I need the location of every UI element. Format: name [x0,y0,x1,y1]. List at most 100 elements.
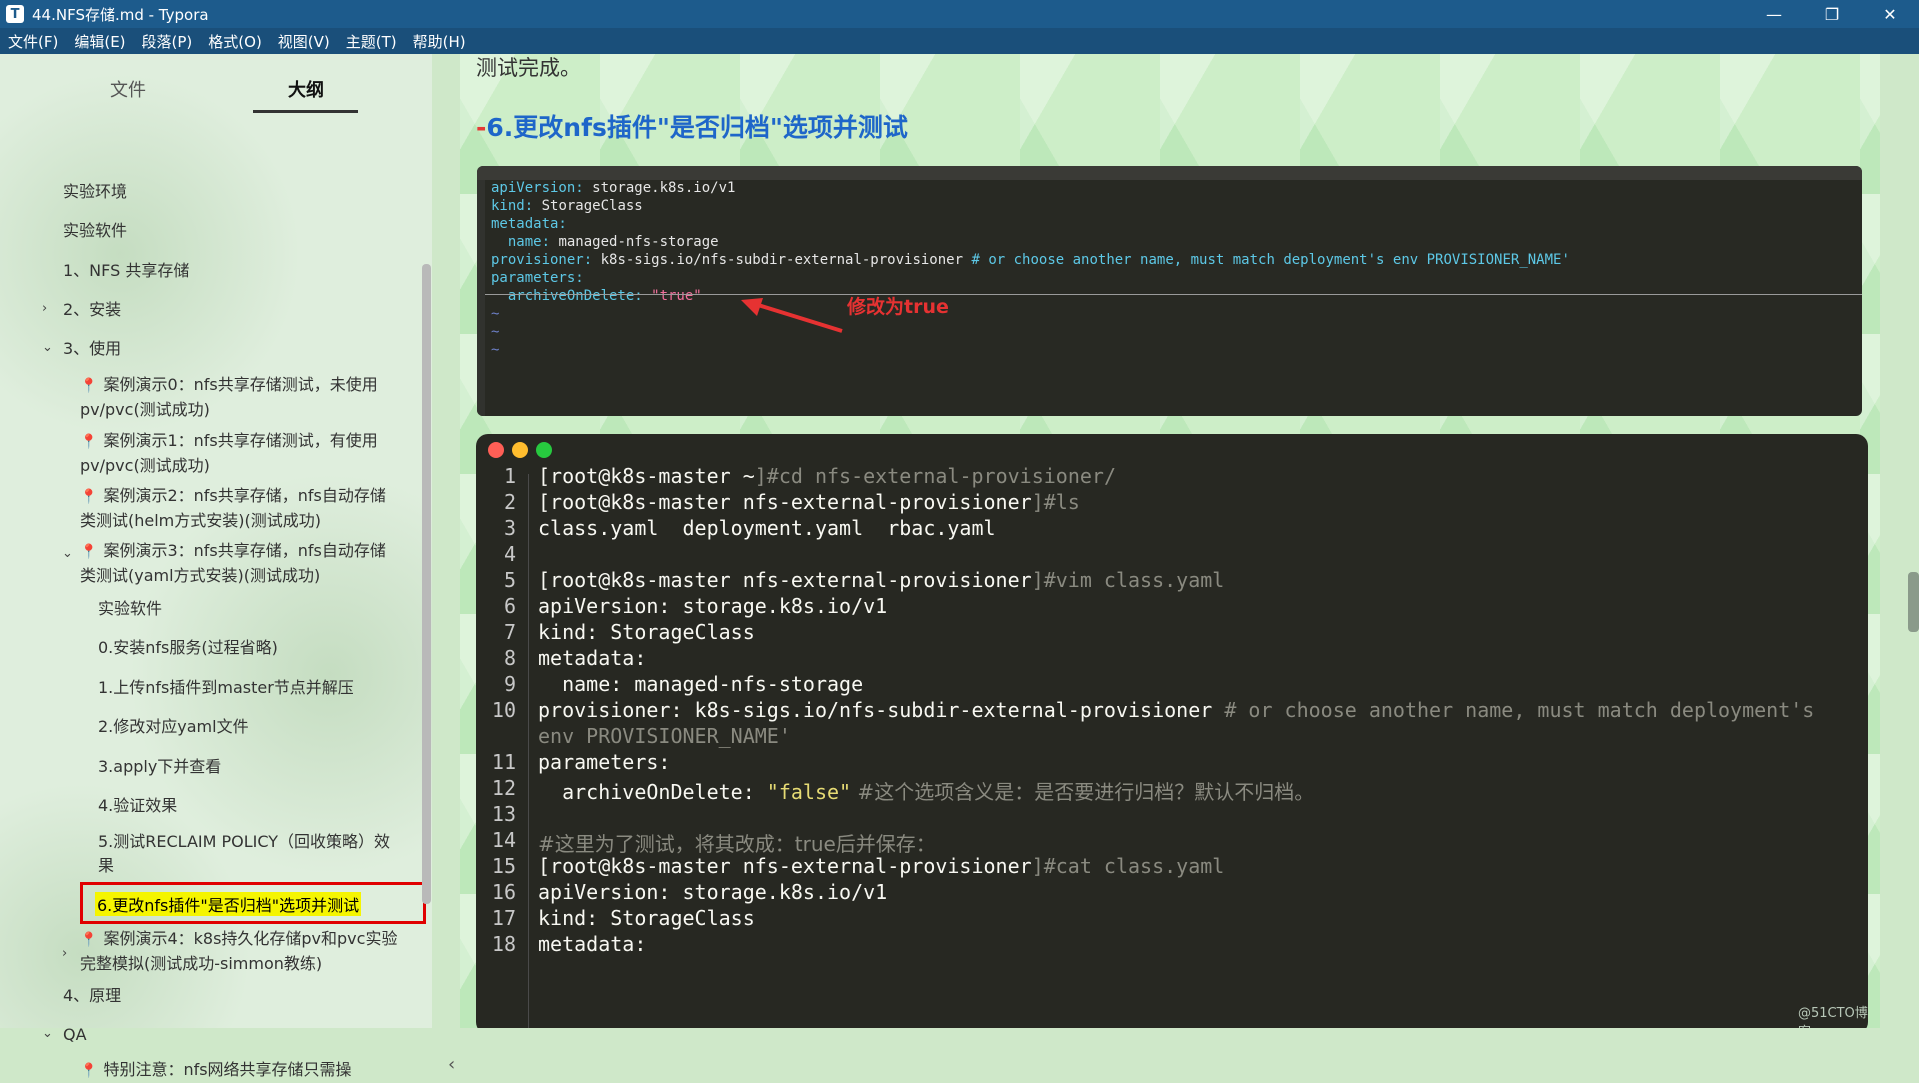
red-dot-icon [488,442,504,458]
active-tab-underline [253,110,358,113]
sidebar-scrollbar[interactable] [422,264,431,904]
line-number: 11 [491,750,516,774]
outline-item[interactable]: 4、原理 [63,984,121,1008]
terminal-tab-strip [477,166,1862,180]
code-line: [root@k8s-master nfs-external-provisione… [538,490,1080,514]
pin-icon: 📍 [80,378,98,394]
outline-item[interactable]: 2.修改对应yaml文件 [98,715,249,739]
code-line: metadata: [538,932,647,956]
outline-item[interactable]: 0.安装nfs服务(过程省略) [98,636,278,660]
outline-item[interactable]: 实验软件 [63,219,127,243]
line-number: 3 [503,516,516,540]
outline-item[interactable]: 📍 案例演示3：nfs共享存储，nfs自动存储类测试(yaml方式安装)(测试成功… [80,539,400,588]
line-number: 1 [503,464,516,488]
collapse-sidebar-icon[interactable]: ‹ [448,1054,455,1075]
code-line: #这里为了测试，将其改成：true后并保存： [538,832,936,856]
tab-files[interactable]: 文件 [110,76,146,102]
window-title: 44.NFS存储.md - Typora [32,5,209,24]
line-number: 13 [491,802,516,826]
outline-item[interactable]: 1.上传nfs插件到master节点并解压 [98,676,354,700]
empty-line-marker: ~ [491,306,500,322]
empty-line-marker: ~ [491,324,500,340]
title-bar: T 44.NFS存储.md - Typora — ❐ ✕ [0,0,1919,28]
chevron-right-icon[interactable]: › [62,946,67,961]
line-number: 8 [503,646,516,670]
annotation-label: 修改为true [847,296,949,318]
code-line: name: managed-nfs-storage [538,672,864,696]
outline-item[interactable]: 3、使用 [63,337,121,361]
active-outline-label: 6.更改nfs插件"是否归档"选项并测试 [95,892,362,916]
editor-scrollbar[interactable] [1908,572,1919,632]
line-number: 15 [491,854,516,878]
red-arrow-icon [741,298,843,333]
close-button[interactable]: ✕ [1861,0,1919,28]
outline-item[interactable]: 3.apply下并查看 [98,755,221,779]
paragraph-text: 测试完成。 [476,56,581,80]
line-number: 10 [491,698,516,722]
minimize-button[interactable]: — [1745,0,1803,28]
window-dots [488,442,552,458]
green-dot-icon [536,442,552,458]
chevron-down-icon[interactable]: ⌄ [42,340,53,355]
typora-app-icon: T [6,5,24,23]
code-line: apiVersion: storage.k8s.io/v1 [538,880,888,904]
code-line: [root@k8s-master nfs-external-provisione… [538,854,1225,878]
outline-item[interactable]: 📍 案例演示0：nfs共享存储测试，未使用pv/pvc(测试成功) [80,373,400,422]
pin-icon: 📍 [80,544,98,560]
outline-item[interactable]: 5.测试RECLAIM POLICY（回收策略）效果 [98,830,398,878]
menu-format[interactable]: 格式(O) [200,31,270,52]
chevron-down-icon[interactable]: ⌄ [62,546,73,561]
menu-view[interactable]: 视图(V) [270,31,338,52]
line-number: 6 [503,594,516,618]
menu-help[interactable]: 帮助(H) [405,31,474,52]
code-line: parameters: [538,750,671,774]
terminal-line: parameters: [491,270,584,286]
outline-item[interactable]: 4.验证效果 [98,794,177,818]
menu-edit[interactable]: 编辑(E) [66,31,133,52]
section-heading: -6.更改nfs插件"是否归档"选项并测试 [476,113,908,142]
outline-item[interactable]: 📍 案例演示1：nfs共享存储测试，有使用pv/pvc(测试成功) [80,429,400,478]
pin-icon: 📍 [80,932,98,948]
code-line: class.yaml deployment.yaml rbac.yaml [538,516,996,540]
line-number: 4 [503,542,516,566]
empty-line-marker: ~ [491,342,500,358]
line-number: 17 [491,906,516,930]
line-number: 2 [503,490,516,514]
outline-item[interactable]: 📍 特别注意：nfs网络共享存储只需操 [80,1058,352,1083]
code-line: kind: StorageClass [538,620,755,644]
line-number: 5 [503,568,516,592]
outline-item[interactable]: 1、NFS 共享存储 [63,259,189,283]
terminal-line: metadata: [491,216,567,232]
outline-item[interactable]: 实验环境 [63,180,127,204]
tab-outline[interactable]: 大纲 [288,76,324,102]
chevron-down-icon[interactable]: ⌄ [42,1026,53,1041]
outline-item[interactable]: 实验软件 [98,597,162,621]
chevron-right-icon[interactable]: › [42,301,47,316]
line-number: 9 [503,672,516,696]
yellow-dot-icon [512,442,528,458]
editor-content: 测试完成。 -6.更改nfs插件"是否归档"选项并测试 apiVersion: … [460,54,1880,1028]
code-line: [root@k8s-master nfs-external-provisione… [538,568,1225,592]
terminal-line: name: managed-nfs-storage [491,234,719,250]
sidebar: 文件 大纲 实验环境 实验软件 1、NFS 共享存储 › 2、安装 ⌄ 3、使用… [0,54,455,1079]
code-line: metadata: [538,646,647,670]
code-line: archiveOnDelete: "false" #这个选项含义是：是否要进行归… [538,780,1315,804]
outline-item[interactable]: 📍 案例演示2：nfs共享存储，nfs自动存储类测试(helm方式安装)(测试成功… [80,484,400,533]
outline-item[interactable]: QA [63,1023,87,1047]
line-number: 18 [491,932,516,956]
maximize-button[interactable]: ❐ [1803,0,1861,28]
cursor-line [485,294,1862,295]
sidebar-tabs: 文件 大纲 [0,54,432,116]
terminal-line: kind: StorageClass [491,198,643,214]
menu-theme[interactable]: 主题(T) [338,31,405,52]
menu-file[interactable]: 文件(F) [0,31,66,52]
line-number: 12 [491,776,516,800]
code-block[interactable]: 1 [root@k8s-master ~]#cd nfs-external-pr… [476,434,1868,1028]
code-line: apiVersion: storage.k8s.io/v1 [538,594,888,618]
outline-item[interactable]: 2、安装 [63,298,121,322]
code-line-wrap: env PROVISIONER_NAME' [538,724,791,748]
menu-paragraph[interactable]: 段落(P) [134,31,201,52]
outline-item[interactable]: 📍 案例演示4：k8s持久化存储pv和pvc实验完整模拟(测试成功-simmon教… [80,927,400,976]
pin-icon: 📍 [80,1063,98,1079]
active-outline-item[interactable]: 6.更改nfs插件"是否归档"选项并测试 [80,882,426,924]
